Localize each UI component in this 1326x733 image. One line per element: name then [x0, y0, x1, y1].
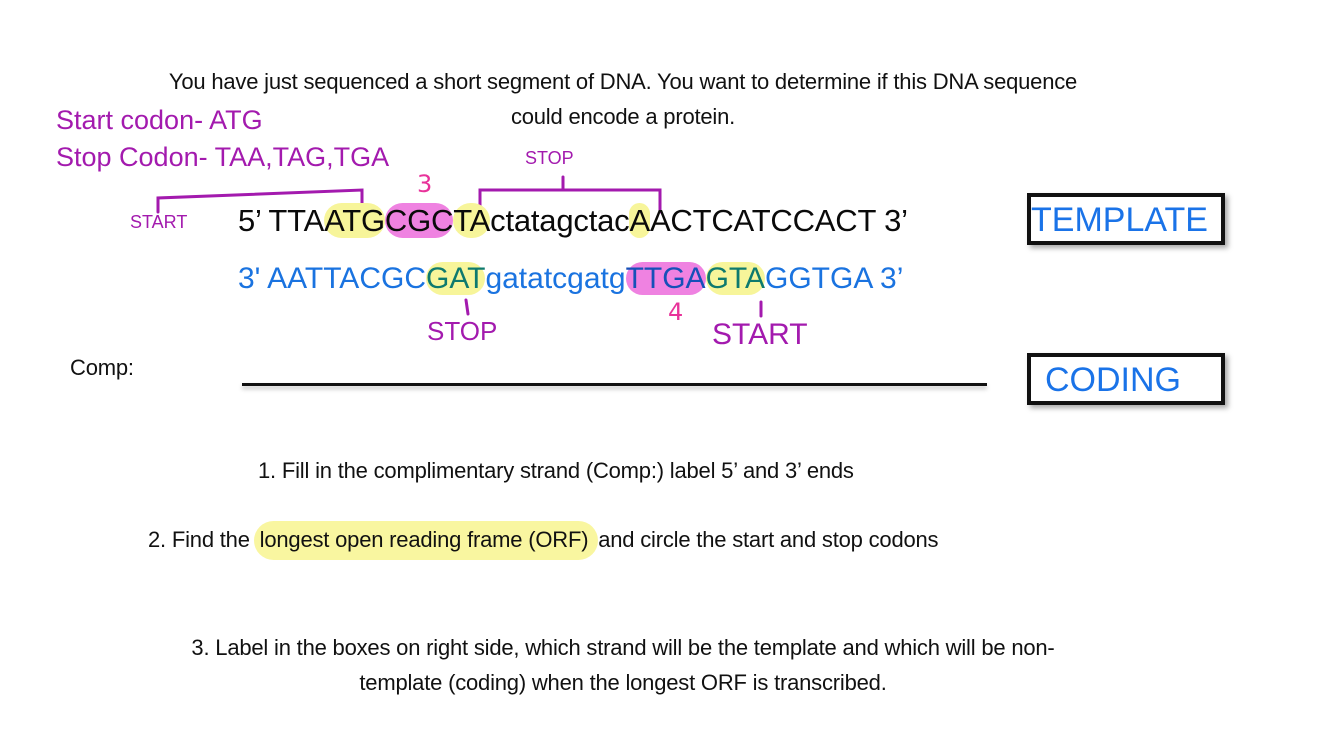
- question-3-line-1: 3. Label in the boxes on right side, whi…: [191, 635, 1055, 660]
- top-strand-middle: ctatagctac: [490, 203, 630, 238]
- top-strand-suffix: ACTCATCCACT 3’: [649, 203, 908, 238]
- start-codon-legend: Start codon- ATG: [56, 105, 263, 135]
- frame4-ttga-highlight: TTGA: [625, 262, 706, 295]
- comp-label: Comp:: [70, 355, 134, 380]
- bottom-strand-middle: gatatcgatg: [485, 262, 626, 295]
- question-2-prefix: 2. Find the: [148, 527, 256, 552]
- question-1: 1. Fill in the complimentary strand (Com…: [258, 458, 854, 483]
- stop-ta-highlight: TA: [453, 203, 491, 238]
- stop-a-highlight: A: [629, 203, 650, 238]
- bottom-strand-suffix: GGTGA 3’: [765, 262, 904, 295]
- comp-answer-line[interactable]: [242, 383, 987, 386]
- bottom-start-label: START: [712, 318, 808, 351]
- frame-number-4: 4: [668, 298, 684, 326]
- start-codon-atg-highlight: ATG: [324, 203, 385, 238]
- intro-line-1: You have just sequenced a short segment …: [168, 69, 1078, 94]
- top-start-label: START: [130, 212, 188, 232]
- question-3: 3. Label in the boxes on right side, whi…: [0, 630, 1246, 700]
- question-2-suffix: and circle the start and stop codons: [598, 527, 939, 552]
- question-2: 2. Find the longest open reading frame (…: [148, 521, 939, 560]
- top-strand: 5’ TTAATGCGCTActatagctacAACTCATCCACT 3’: [238, 203, 908, 239]
- coding-box[interactable]: CODING: [1027, 353, 1225, 405]
- bottom-stop-tick: [464, 298, 470, 316]
- bottom-strand: 3' AATTACGCGATgatatcgatgTTGAGTAGGTGA 3’: [238, 262, 903, 296]
- question-3-line-2: template (coding) when the longest ORF i…: [359, 670, 887, 695]
- frame-number-3: 3: [417, 170, 433, 198]
- start-gta-highlight: GTA: [705, 262, 766, 295]
- bottom-strand-prefix: 3' AATTACGC: [238, 262, 426, 295]
- stop-codon-legend: Stop Codon- TAA,TAG,TGA: [56, 142, 390, 172]
- stop-gat-highlight: GAT: [425, 262, 486, 295]
- template-box[interactable]: TEMPLATE: [1027, 193, 1225, 245]
- top-stop-label: STOP: [525, 148, 574, 168]
- template-box-label: TEMPLATE: [1031, 201, 1208, 239]
- coding-box-label: CODING: [1045, 361, 1181, 399]
- top-strand-prefix: 5’ TTA: [238, 203, 325, 238]
- frame3-cgc-highlight: CGC: [384, 203, 454, 238]
- orf-highlight: longest open reading frame (ORF): [253, 521, 599, 560]
- bottom-stop-label: STOP: [427, 316, 498, 346]
